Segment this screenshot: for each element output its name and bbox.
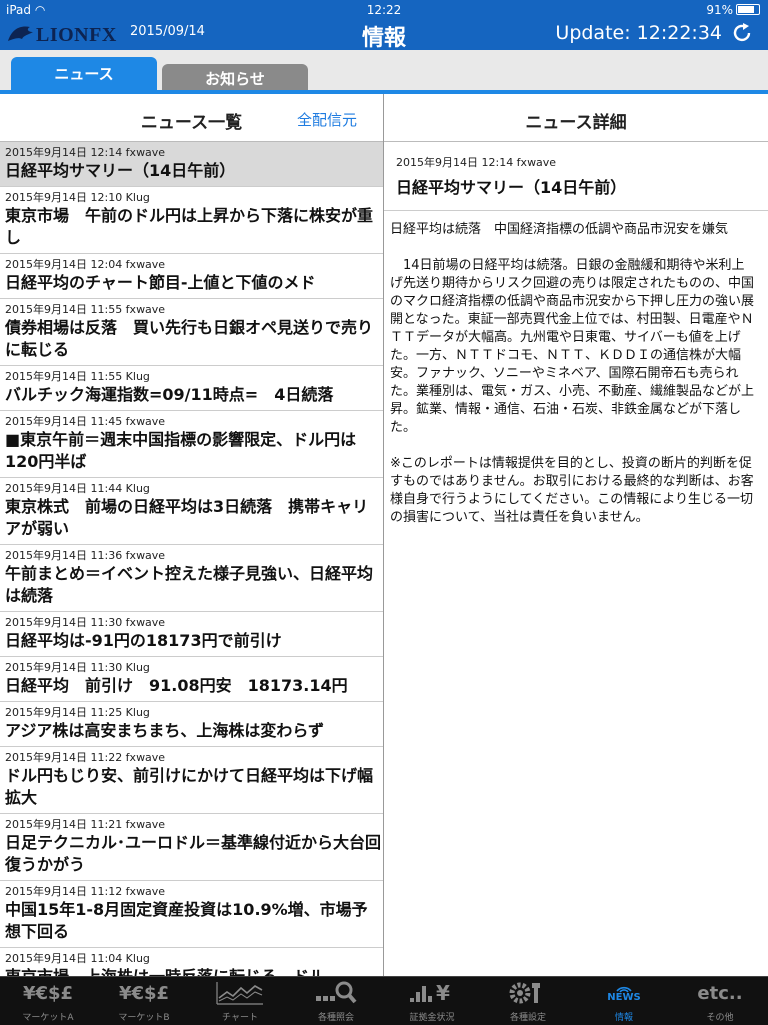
detail-headline: 日経平均サマリー（14日午前） [396,178,627,197]
news-meta: 2015年9月14日 11:25 Klug [5,706,150,719]
news-meta: 2015年9月14日 11:04 Klug [5,952,150,965]
news-title: 東京株式 前場の日経平均は3日続落 携帯キャリアが弱い [5,497,369,538]
news-detail-content: 2015年9月14日 12:14 fxwave 日経平均サマリー（14日午前） … [384,142,768,527]
detail-meta: 2015年9月14日 12:14 fxwave [396,156,557,169]
divider [384,210,768,211]
news-meta: 2015年9月14日 11:36 fxwave [5,549,166,562]
news-title: 中国15年1-8月固定資産投資は10.9%増、市場予想下回る [5,900,368,941]
news-meta: 2015年9月14日 11:55 Klug [5,370,150,383]
news-title: 日経平均は-91円の18173円で前引け [5,631,282,650]
news-meta: 2015年9月14日 11:22 fxwave [5,751,166,764]
news-meta: 2015年9月14日 11:30 fxwave [5,616,166,629]
news-title: アジア株は高安まちまち、上海株は変わらず [5,721,325,740]
news-title: 東京市場 午前のドル円は上昇から下落に株安が重し [5,206,374,247]
battery-indicator: 91% [706,3,760,17]
currency-icon: ¥€$£ [22,982,74,1004]
news-list-header: ニュース一覧 全配信元 [0,94,383,142]
news-meta: 2015年9月14日 11:30 Klug [5,661,150,674]
news-meta: 2015年9月14日 11:21 fxwave [5,818,166,831]
news-meta: 2015年9月14日 11:12 fxwave [5,885,166,898]
news-title: 日経平均 前引け 91.08円安 18173.14円 [5,676,348,695]
search-icon [316,981,357,1004]
tab-inquiry[interactable]: 各種照会 [288,977,384,1025]
list-item[interactable]: 2015年9月14日 11:21 fxwave 日足テクニカル･ユーロドル＝基準線… [0,814,383,881]
svg-text:¥: ¥ [436,981,450,1005]
refresh-icon[interactable] [730,21,754,45]
news-list-pane: ニュース一覧 全配信元 2015年9月14日 12:14 fxwave 日経平均サ… [0,94,384,976]
news-list[interactable]: 2015年9月14日 12:14 fxwave 日経平均サマリー（14日午前） 20… [0,142,383,976]
news-meta: 2015年9月14日 12:14 fxwave [5,146,166,159]
tab-news-info[interactable]: NEWS 情報 [576,977,672,1025]
list-item[interactable]: 2015年9月14日 11:30 fxwave 日経平均は-91円の18173円で… [0,612,383,657]
news-title: 日足テクニカル･ユーロドル＝基準線付近から大台回復うかがう [5,833,382,874]
list-item[interactable]: 2015年9月14日 11:45 fxwave ■東京午前＝週末中国指標の影響限定… [0,411,383,478]
news-title: バルチック海運指数=09/11時点= 4日続落 [5,385,334,404]
tab-other[interactable]: etc.. その他 [672,977,768,1025]
tab-market-b[interactable]: ¥€$£ マーケットB [96,977,192,1025]
app-header: LIONFX 2015/09/14 情報 Update: 12:22:34 [0,20,768,51]
news-meta: 2015年9月14日 11:44 Klug [5,482,150,495]
news-title: 日経平均のチャート節目-上値と下値のメド [5,273,316,292]
deposit-icon: ¥ [410,981,450,1005]
status-bar: iPad ◠ 12:22 91% [0,0,768,20]
list-item[interactable]: 2015年9月14日 11:36 fxwave 午前まとめ＝イベント控えた様子見強… [0,545,383,612]
chart-icon [216,982,263,1005]
news-meta: 2015年9月14日 11:55 fxwave [5,303,166,316]
tab-market-a[interactable]: ¥€$£ マーケットA [0,977,96,1025]
bottom-tab-bar: ¥€$£ マーケットA ¥€$£ マーケットB チャート 各種照会 ¥ 証拠金状… [0,976,768,1025]
list-item[interactable]: 2015年9月14日 11:55 fxwave 債券相場は反落 買い先行も日銀オペ… [0,299,383,366]
list-item[interactable]: 2015年9月14日 11:25 Klug アジア株は高安まちまち、上海株は変わら… [0,702,383,747]
status-time: 12:22 [366,3,402,17]
news-icon: NEWS [607,992,641,1003]
list-item[interactable]: 2015年9月14日 12:04 fxwave 日経平均のチャート節目-上値と下値… [0,254,383,299]
news-detail-title: ニュース詳細 [525,113,627,133]
news-title: 債券相場は反落 買い先行も日銀オペ見送りで売りに転じる [5,318,374,359]
tab-deposit[interactable]: ¥ 証拠金状況 [384,977,480,1025]
list-item[interactable]: 2015年9月14日 11:04 Klug東京市場 上海株は一時反落に転じる ド… [0,948,383,976]
news-meta: 2015年9月14日 11:45 fxwave [5,415,166,428]
tab-settings[interactable]: 各種設定 [480,977,576,1025]
news-title: 東京市場 上海株は一時反落に転じる ドル [5,966,383,976]
detail-body: 日経平均は続落 中国経済指標の低調や商品市況安を嫌気 14日前場の日経平均は続落… [390,222,755,525]
tab-chart[interactable]: チャート [192,977,288,1025]
news-title: 午前まとめ＝イベント控えた様子見強い、日経平均は続落 [5,564,374,605]
tab-strip: ニュース お知らせ [0,50,768,94]
list-item[interactable]: 2015年9月14日 12:10 Klug 東京市場 午前のドル円は上昇から下落に… [0,187,383,254]
settings-icon [509,982,540,1004]
news-meta: 2015年9月14日 12:04 fxwave [5,258,166,271]
list-item[interactable]: 2015年9月14日 11:12 fxwave 中国15年1-8月固定資産投資は1… [0,881,383,948]
list-item[interactable]: 2015年9月14日 11:22 fxwave ドル円もじり安、前引けにかけて日経… [0,747,383,814]
list-item[interactable]: 2015年9月14日 11:55 Klug バルチック海運指数=09/11時点= … [0,366,383,411]
update-time: Update: 12:22:34 [555,22,722,44]
news-title: ドル円もじり安、前引けにかけて日経平均は下げ幅拡大 [5,766,374,807]
news-title: ■東京午前＝週末中国指標の影響限定、ドル円は120円半ば [5,430,357,471]
list-item[interactable]: 2015年9月14日 11:30 Klug 日経平均 前引け 91.08円安 18… [0,657,383,702]
news-detail-header: ニュース詳細 [384,94,768,142]
list-item[interactable]: 2015年9月14日 11:44 Klug 東京株式 前場の日経平均は3日続落 携… [0,478,383,545]
tab-news[interactable]: ニュース [11,57,157,94]
source-filter-button[interactable]: 全配信元 [297,109,357,130]
news-meta: 2015年9月14日 12:10 Klug [5,191,150,204]
news-title: 日経平均サマリー（14日午前） [5,161,236,180]
battery-icon [736,4,760,15]
currency-icon: ¥€$£ [118,982,170,1004]
etc-icon: etc.. [697,982,743,1004]
news-detail-pane: ニュース詳細 2015年9月14日 12:14 fxwave 日経平均サマリー（… [384,94,768,976]
list-item[interactable]: 2015年9月14日 12:14 fxwave 日経平均サマリー（14日午前） [0,142,383,187]
